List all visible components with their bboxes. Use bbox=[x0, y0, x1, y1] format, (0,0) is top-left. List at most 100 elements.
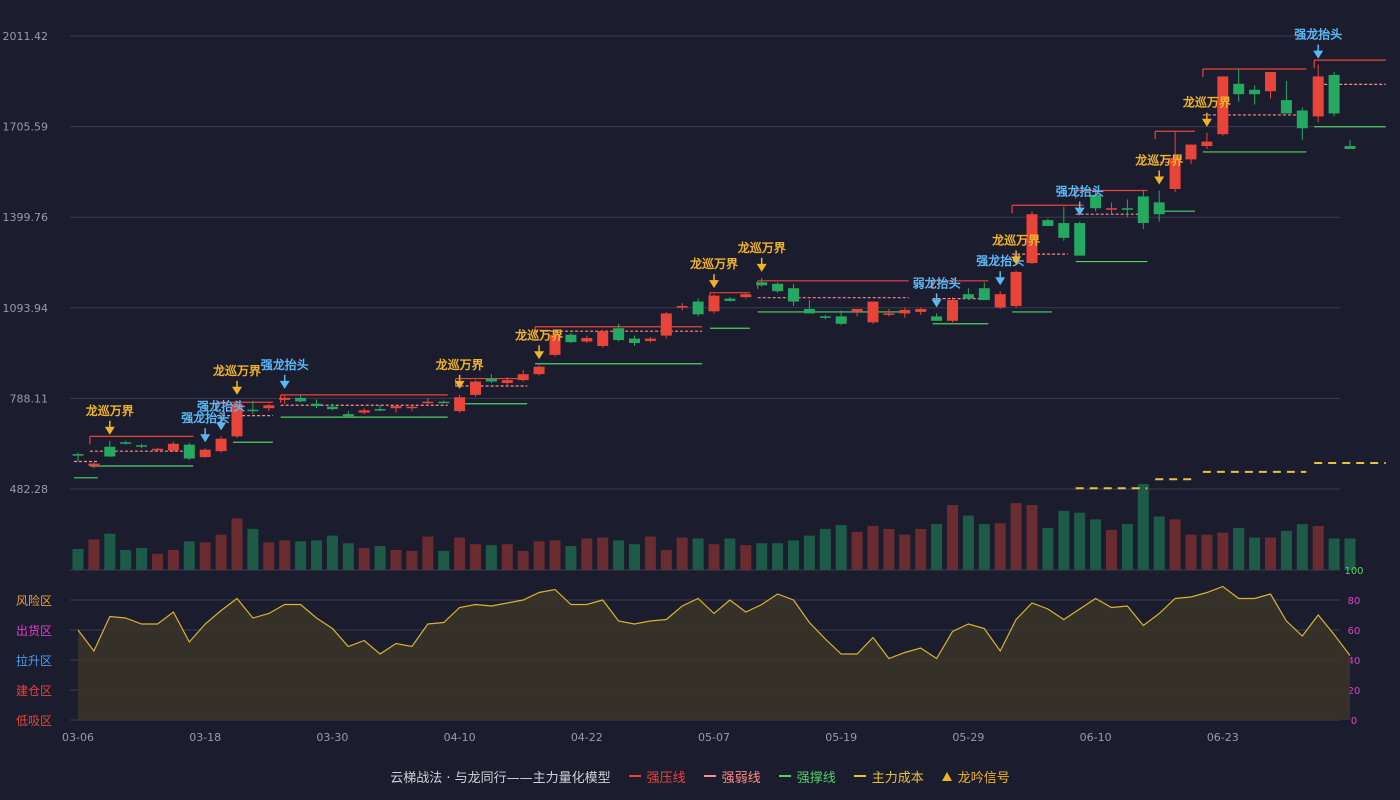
volume-bar bbox=[1201, 534, 1213, 570]
volume-bar bbox=[167, 549, 179, 570]
volume-bar bbox=[358, 548, 370, 570]
legend-swatch-support bbox=[778, 775, 791, 777]
signal-arrow bbox=[232, 386, 242, 395]
volume-bar bbox=[915, 528, 927, 570]
volume-bar bbox=[311, 540, 322, 570]
legend-swatch-cost bbox=[853, 775, 866, 777]
legend-title: 云梯战法 · 与龙同行——主力量化模型 bbox=[390, 770, 611, 786]
candle-body bbox=[1074, 223, 1086, 256]
volume-bar bbox=[1026, 505, 1038, 570]
legend-label-signal: 龙吟信号 bbox=[957, 770, 1010, 786]
x-tick-label: 05-29 bbox=[952, 731, 984, 744]
volume-bar bbox=[1265, 537, 1276, 570]
volume-bar bbox=[803, 535, 815, 570]
volume-bar bbox=[962, 515, 974, 570]
signal-arrow bbox=[534, 351, 545, 360]
candle-body bbox=[1106, 208, 1117, 210]
signal-arrow bbox=[931, 299, 942, 308]
oscillator-tick-label: 60 bbox=[1348, 626, 1361, 637]
legend-item-weak[interactable]: 强弱线 bbox=[703, 767, 761, 786]
chart-legend: 云梯战法 · 与龙同行——主力量化模型 强压线 强弱线 强撑线 主力成本 龙吟信… bbox=[0, 764, 1400, 788]
volume-bar bbox=[1153, 516, 1165, 570]
candle-body bbox=[72, 454, 84, 456]
volume-bar bbox=[835, 525, 847, 570]
volume-bar bbox=[501, 544, 513, 570]
candle-body bbox=[899, 309, 911, 314]
volume-bar bbox=[247, 528, 259, 570]
volume-bar bbox=[470, 544, 481, 570]
candle-body bbox=[1328, 74, 1340, 114]
signal-label: 龙巡万界 bbox=[86, 403, 134, 418]
signal-label: 强龙抬头 bbox=[1294, 27, 1342, 42]
candle-body bbox=[485, 378, 497, 382]
signal-arrow bbox=[995, 277, 1006, 286]
oscillator-tick-label: 0 bbox=[1351, 716, 1357, 727]
oscillator-area bbox=[78, 586, 1350, 720]
signal-arrow bbox=[709, 280, 719, 289]
signal-label: 龙巡万界 bbox=[213, 363, 261, 378]
candle-body bbox=[947, 300, 958, 321]
candle-body bbox=[199, 449, 211, 458]
signal-arrow bbox=[200, 434, 211, 443]
x-tick-label: 06-10 bbox=[1080, 731, 1112, 744]
candle-body bbox=[867, 301, 879, 323]
candle-body bbox=[152, 448, 163, 451]
x-tick-label: 05-07 bbox=[698, 731, 730, 744]
volume-bar bbox=[1074, 512, 1086, 570]
candle-body bbox=[883, 313, 895, 315]
signal-triangle-icon bbox=[941, 771, 952, 781]
candle-body bbox=[581, 337, 593, 342]
price-tick-label: 482.28 bbox=[10, 483, 49, 496]
volume-bar bbox=[231, 518, 243, 570]
price-tick-label: 1093.94 bbox=[3, 302, 49, 315]
candle-body bbox=[978, 288, 990, 301]
candle-body bbox=[772, 283, 784, 292]
volume-bar bbox=[1106, 529, 1117, 570]
volume-bar bbox=[1217, 532, 1229, 570]
candle-body bbox=[1312, 76, 1324, 117]
candle-body bbox=[994, 294, 1006, 308]
volume-bar bbox=[978, 524, 990, 570]
candle-body bbox=[1153, 202, 1165, 215]
candle-body bbox=[470, 381, 481, 395]
volume-bar bbox=[1328, 538, 1340, 570]
candle-body bbox=[692, 301, 704, 315]
candle-body bbox=[1185, 144, 1197, 160]
candle-body bbox=[1137, 196, 1149, 224]
candle-body bbox=[390, 406, 402, 409]
signal-label: 龙巡万界 bbox=[1183, 95, 1231, 110]
legend-item-support[interactable]: 强撑线 bbox=[778, 767, 836, 786]
volume-bar bbox=[708, 544, 720, 570]
x-tick-label: 06-23 bbox=[1207, 731, 1239, 744]
legend-label-support: 强撑线 bbox=[796, 770, 836, 786]
candle-body bbox=[708, 295, 720, 312]
candle-body bbox=[835, 316, 847, 324]
price-tick-label: 1399.76 bbox=[3, 211, 49, 224]
candle-body bbox=[247, 409, 259, 412]
candle-body bbox=[565, 334, 577, 343]
legend-item-cost[interactable]: 主力成本 bbox=[853, 767, 924, 786]
x-tick-label: 05-19 bbox=[825, 731, 857, 744]
volume-bar bbox=[152, 553, 163, 570]
volume-bar bbox=[215, 534, 227, 570]
volume-bar bbox=[199, 542, 211, 570]
volume-bar bbox=[136, 548, 148, 570]
signal-label: 强龙抬头 bbox=[261, 357, 309, 372]
candle-body bbox=[660, 313, 672, 336]
volume-bar bbox=[1249, 537, 1261, 570]
signal-label: 强龙抬头 bbox=[1056, 184, 1104, 199]
volume-bar bbox=[183, 541, 195, 570]
candle-body bbox=[183, 444, 195, 459]
signal-label: 龙巡万界 bbox=[992, 232, 1040, 247]
legend-item-resist[interactable]: 强压线 bbox=[628, 767, 686, 786]
oscillator-zone-label: 低吸区 bbox=[16, 714, 52, 728]
volume-bar bbox=[819, 528, 831, 570]
volume-bar bbox=[533, 541, 545, 570]
volume-bar bbox=[72, 548, 84, 570]
volume-bar bbox=[947, 505, 958, 570]
volume-bar bbox=[1058, 510, 1070, 570]
legend-item-signal[interactable]: 龙吟信号 bbox=[941, 767, 1010, 786]
candle-body bbox=[756, 282, 768, 286]
volume-bar bbox=[438, 550, 450, 570]
candle-body bbox=[819, 316, 831, 318]
